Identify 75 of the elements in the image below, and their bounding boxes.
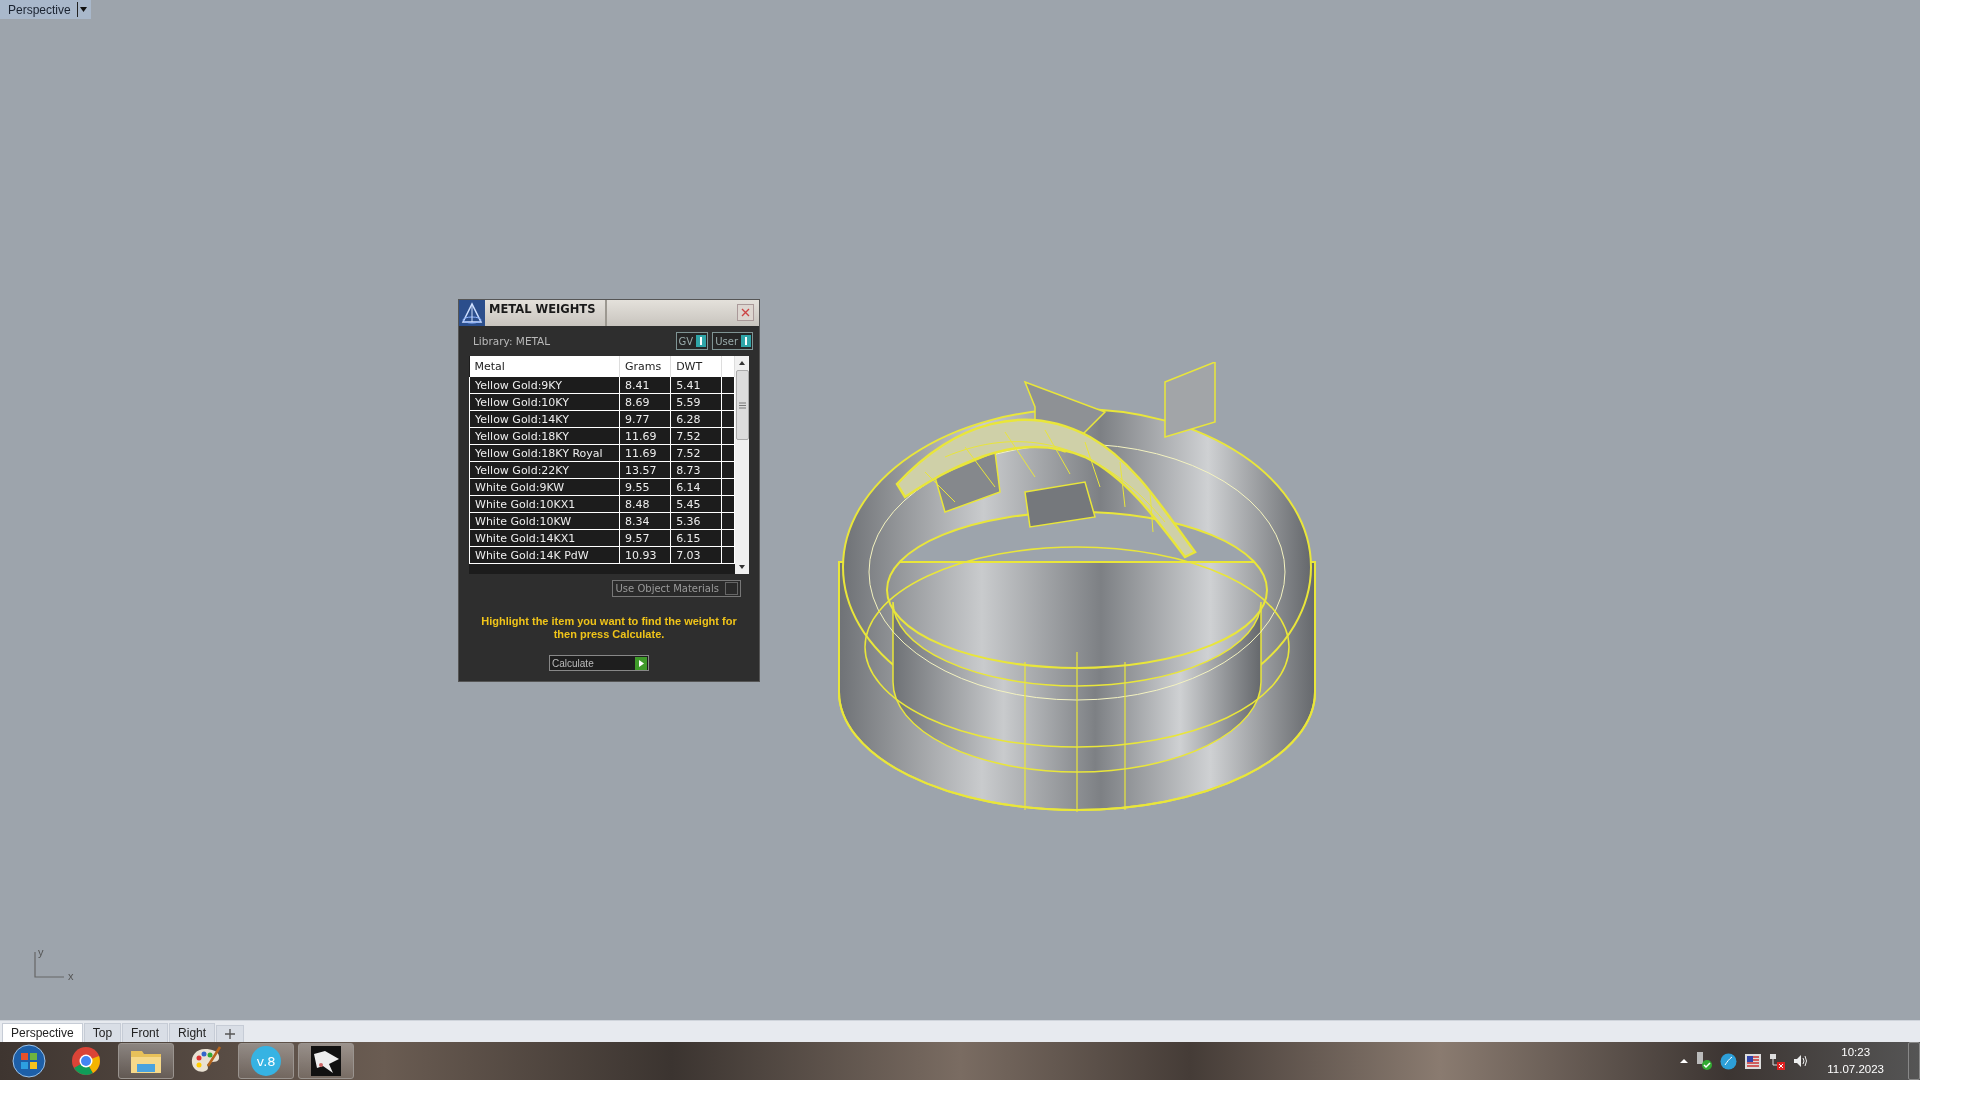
axis-label: x bbox=[68, 970, 74, 982]
table-cell: 5.59 bbox=[670, 393, 722, 411]
table-cell: 5.45 bbox=[670, 495, 722, 513]
column-header[interactable]: Metal bbox=[469, 356, 620, 377]
table-cell: White Gold:10KX1 bbox=[469, 495, 620, 513]
dialog-title: METAL WEIGHTS bbox=[485, 300, 607, 326]
table-cell: 6.14 bbox=[670, 478, 722, 496]
library-label: Library: METAL bbox=[473, 335, 551, 347]
table-cell: 10.93 bbox=[619, 546, 671, 564]
axis-label: y bbox=[38, 946, 44, 958]
table-cell: Yellow Gold:9KY bbox=[469, 377, 620, 394]
table-cell: 8.41 bbox=[619, 377, 671, 394]
browser-icon[interactable] bbox=[71, 1046, 101, 1076]
table-cell: Yellow Gold:14KY bbox=[469, 410, 620, 428]
play-icon bbox=[635, 656, 647, 670]
table-cell: 8.48 bbox=[619, 495, 671, 513]
toggle-label: GV bbox=[678, 335, 694, 347]
viewport-title[interactable]: Perspective bbox=[8, 2, 71, 17]
table-cell: 13.57 bbox=[619, 461, 671, 479]
table-cell: 9.55 bbox=[619, 478, 671, 496]
table-cell: 7.52 bbox=[670, 427, 722, 445]
device-check-icon[interactable] bbox=[1696, 1052, 1713, 1070]
table-cell: Yellow Gold:10KY bbox=[469, 393, 620, 411]
show-hidden-icons-icon[interactable] bbox=[1680, 1058, 1689, 1064]
table-cell: 7.03 bbox=[670, 546, 722, 564]
toggle-button[interactable]: User bbox=[712, 332, 753, 350]
close-icon bbox=[741, 308, 750, 317]
toggle-label: Use Object Materials bbox=[615, 583, 719, 594]
hint-text: Highlight the item you want to find the weight for then press Calculate. bbox=[480, 614, 738, 642]
table-cell: 5.41 bbox=[670, 377, 722, 394]
table-cell: 8.69 bbox=[619, 393, 671, 411]
scroll-thumb[interactable] bbox=[735, 370, 749, 440]
table-cell: White Gold:14KX1 bbox=[469, 529, 620, 547]
table-cell: 9.77 bbox=[619, 410, 671, 428]
taskbar-button[interactable] bbox=[298, 1043, 354, 1079]
viewport-tab[interactable]: Perspective bbox=[2, 1023, 83, 1042]
table-cell: 6.28 bbox=[670, 410, 722, 428]
column-header[interactable]: DWT bbox=[670, 356, 722, 377]
add-tab-icon[interactable] bbox=[225, 1029, 236, 1039]
close-button[interactable] bbox=[737, 304, 754, 321]
axis-icon bbox=[34, 952, 64, 978]
table-cell: White Gold:10KW bbox=[469, 512, 620, 530]
app-icon[interactable] bbox=[311, 1046, 341, 1076]
clock-date[interactable]: 11.07.2023 bbox=[1827, 1061, 1884, 1078]
table-cell: 11.69 bbox=[619, 444, 671, 462]
table-cell: 6.15 bbox=[670, 529, 722, 547]
table-cell: Yellow Gold:22KY bbox=[469, 461, 620, 479]
caret-icon[interactable] bbox=[79, 7, 87, 12]
viewport-tab[interactable]: Front bbox=[122, 1023, 169, 1042]
table-cell: White Gold:9KW bbox=[469, 478, 620, 496]
table-cell: 8.73 bbox=[670, 461, 722, 479]
table-cell: White Gold:14K PdW bbox=[469, 546, 620, 564]
use-object-materials-toggle[interactable]: Use Object Materials bbox=[611, 580, 741, 597]
table-cell: 8.34 bbox=[619, 512, 671, 530]
viewport-tab[interactable]: Top bbox=[83, 1023, 122, 1042]
flag-icon[interactable] bbox=[1745, 1053, 1762, 1069]
grip-icon bbox=[738, 401, 746, 409]
volume-icon[interactable] bbox=[1793, 1054, 1810, 1068]
table-cell: Yellow Gold:18KY bbox=[469, 427, 620, 445]
toggle-button[interactable]: GV bbox=[675, 332, 709, 350]
calculate-button[interactable]: Calculate bbox=[549, 655, 649, 671]
clock-time[interactable]: 10:23 bbox=[1841, 1044, 1871, 1061]
network-error-icon[interactable] bbox=[1769, 1052, 1786, 1070]
windows-logo-icon[interactable] bbox=[12, 1044, 46, 1078]
table-cell: 5.36 bbox=[670, 512, 722, 530]
table-cell: 9.57 bbox=[619, 529, 671, 547]
toggle-label: User bbox=[715, 335, 738, 347]
viewport-tab[interactable]: Right bbox=[169, 1023, 216, 1042]
globe-icon[interactable] bbox=[1720, 1052, 1738, 1070]
scrollbar[interactable] bbox=[735, 356, 749, 574]
table-cell: 11.69 bbox=[619, 427, 671, 445]
table-cell: 7.52 bbox=[670, 444, 722, 462]
pyramid-icon bbox=[459, 300, 485, 326]
table-cell: Yellow Gold:18KY Royal bbox=[469, 444, 620, 462]
column-header[interactable]: Grams bbox=[619, 356, 671, 377]
